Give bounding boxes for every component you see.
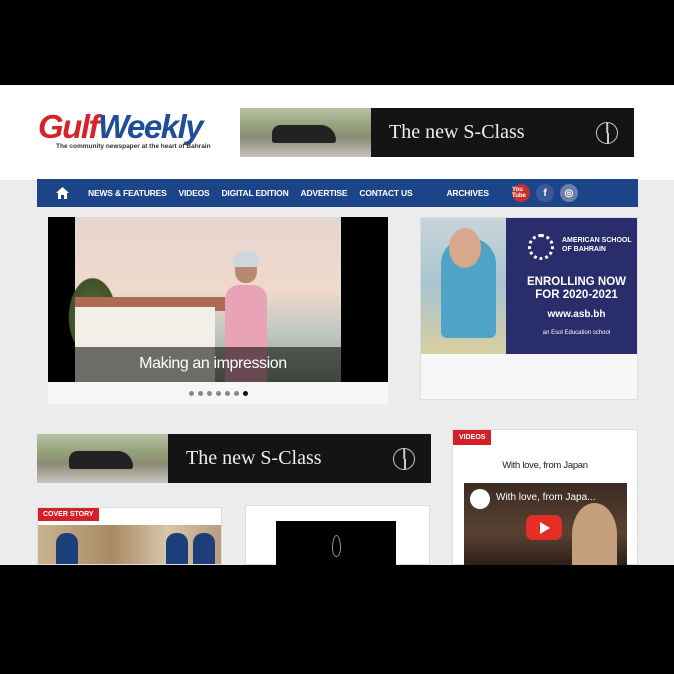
- nav-item-news-features[interactable]: NEWS & FEATURES: [88, 188, 167, 198]
- featured-slider[interactable]: Making an impression: [48, 217, 388, 382]
- mercedes-logo-icon: [393, 447, 415, 470]
- mercedes-logo-icon: [596, 121, 618, 144]
- social-links: You Tube f ◎: [512, 184, 578, 202]
- car-shape: [272, 125, 336, 143]
- logo-tagline: The community newspaper at the heart of …: [56, 143, 211, 150]
- slider-dot[interactable]: [188, 390, 194, 396]
- nav-item-archives[interactable]: ARCHIVES: [446, 188, 489, 198]
- nav-item-videos[interactable]: VIDEOS: [179, 188, 210, 198]
- mid-ad-banner[interactable]: The new S-Class: [37, 434, 431, 483]
- asb-ad: AMERICAN SCHOOL OF BAHRAIN ENROLLING NOW…: [421, 218, 637, 354]
- ad-black-panel: [276, 521, 396, 565]
- slider-dot[interactable]: [224, 390, 230, 396]
- home-icon[interactable]: [56, 187, 69, 199]
- video-chef: [572, 503, 617, 565]
- slider-dot[interactable]: [206, 390, 212, 396]
- slider-dot[interactable]: [233, 390, 239, 396]
- page: GulfWeekly The community newspaper at th…: [0, 85, 674, 565]
- videos-tag: VIDEOS: [453, 430, 492, 445]
- logo-weekly: Weekly: [97, 108, 204, 145]
- cover-story-card[interactable]: COVER STORY: [37, 507, 222, 565]
- slider-dots: [48, 382, 388, 404]
- site-header: GulfWeekly The community newspaper at th…: [0, 85, 674, 180]
- nav-item-advertise[interactable]: ADVERTISE: [301, 188, 348, 198]
- nav-items: NEWS & FEATURES VIDEOS DIGITAL EDITION A…: [88, 188, 501, 198]
- video-title[interactable]: With love, from Japan: [453, 460, 637, 471]
- home-icon-svg: [56, 187, 69, 199]
- leaf-logo-icon: [331, 535, 341, 557]
- video-thumb-title: With love, from Japa...: [496, 492, 596, 503]
- top-ad-banner[interactable]: The new S-Class: [240, 108, 634, 157]
- asb-face: [449, 228, 481, 268]
- main-nav: NEWS & FEATURES VIDEOS DIGITAL EDITION A…: [37, 179, 638, 207]
- asb-logo-icon: [528, 234, 554, 260]
- nav-item-digital-edition[interactable]: DIGITAL EDITION: [221, 188, 288, 198]
- person: [166, 533, 188, 564]
- video-player[interactable]: With love, from Japa...: [464, 483, 627, 565]
- asb-url: www.asb.bh: [547, 309, 606, 320]
- site-logo[interactable]: GulfWeekly The community newspaper at th…: [38, 109, 228, 154]
- asb-enrolling: ENROLLING NOW: [526, 276, 627, 288]
- cover-story-image: [38, 525, 221, 564]
- person: [56, 533, 78, 564]
- slider-dot[interactable]: [215, 390, 221, 396]
- person-turban: [233, 251, 259, 267]
- facebook-icon[interactable]: f: [536, 184, 554, 202]
- car-shape: [69, 451, 133, 469]
- asb-esol: an Esol Education school: [542, 330, 611, 336]
- channel-avatar-icon: [470, 489, 490, 509]
- slider-dot[interactable]: [197, 390, 203, 396]
- asb-year: FOR 2020-2021: [535, 289, 618, 301]
- asb-school-name: AMERICAN SCHOOL OF BAHRAIN: [562, 237, 632, 253]
- side-ad[interactable]: AMERICAN SCHOOL OF BAHRAIN ENROLLING NOW…: [420, 217, 638, 400]
- person: [193, 533, 215, 564]
- slider-dot-active[interactable]: [242, 390, 248, 396]
- logo-wordmark: GulfWeekly: [38, 109, 228, 145]
- ad-car-image: [240, 108, 371, 157]
- ad-box[interactable]: [245, 505, 430, 565]
- slide-caption[interactable]: Making an impression: [48, 355, 378, 373]
- asb-text: AMERICAN SCHOOL OF BAHRAIN ENROLLING NOW…: [516, 218, 637, 354]
- videos-widget: VIDEOS With love, from Japan With love, …: [452, 429, 638, 565]
- asb-photo: [421, 218, 506, 354]
- logo-gulf: Gulf: [38, 108, 99, 145]
- ad-car-image: [37, 434, 168, 483]
- instagram-icon[interactable]: ◎: [560, 184, 578, 202]
- ad-title: The new S-Class: [389, 121, 525, 143]
- cover-story-tag: COVER STORY: [38, 508, 99, 521]
- ad-title: The new S-Class: [186, 447, 322, 469]
- nav-item-contact-us[interactable]: CONTACT US: [359, 188, 412, 198]
- play-icon[interactable]: [526, 515, 562, 540]
- youtube-icon[interactable]: You Tube: [512, 184, 530, 202]
